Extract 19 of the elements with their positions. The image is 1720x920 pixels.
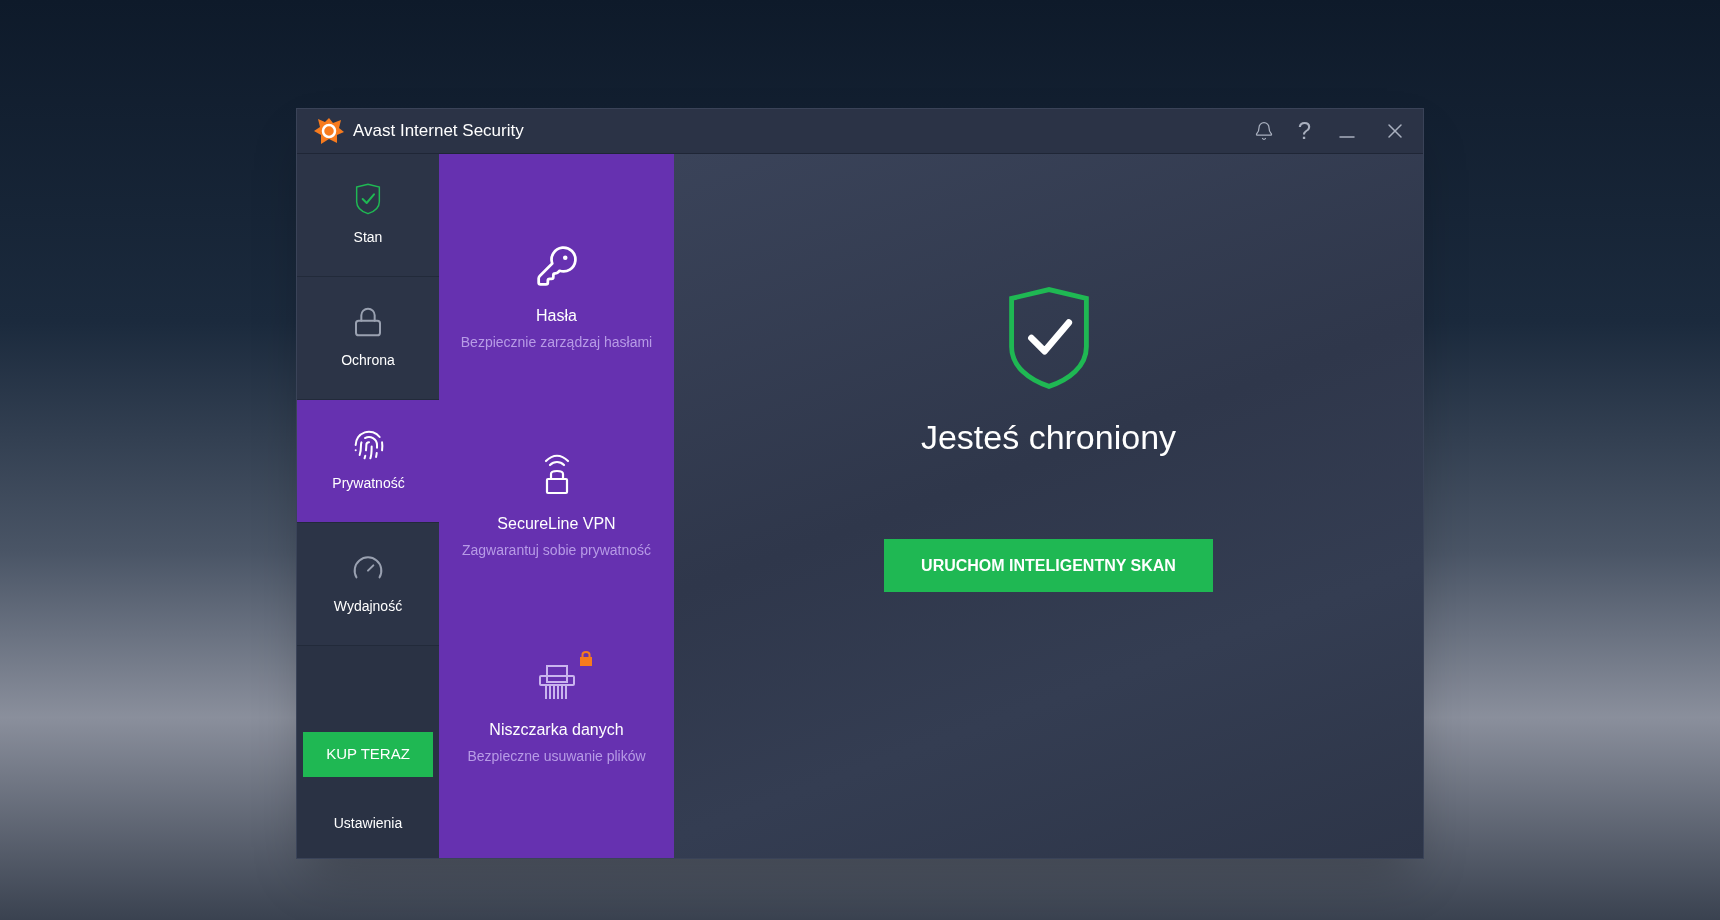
help-button[interactable]: ? [1297, 119, 1311, 143]
feature-subtitle: Zagwarantuj sobie prywatność [461, 540, 652, 560]
feature-tile[interactable]: Niszczarka danych Bezpieczne usuwanie plików [439, 610, 674, 818]
feature-tile[interactable]: SecureLine VPN Zagwarantuj sobie prywatność [439, 402, 674, 610]
window-title: Avast Internet Security [353, 120, 524, 143]
notification-bell-icon[interactable] [1253, 121, 1274, 141]
feature-tile[interactable]: Hasła Bezpiecznie zarządzaj hasłami [439, 194, 674, 402]
feature-title: Hasła [536, 305, 577, 326]
key-icon [534, 243, 579, 288]
shield-check-icon [354, 182, 382, 215]
settings-link[interactable]: Ustawienia [333, 813, 403, 834]
status-headline: Jesteś chroniony [920, 417, 1177, 458]
feature-title: SecureLine VPN [497, 513, 616, 534]
padlock-icon [352, 305, 384, 338]
feature-title: Niszczarka danych [489, 719, 624, 740]
nav-item[interactable]: Prywatność [297, 400, 440, 523]
fingerprint-icon [352, 428, 385, 461]
feature-subtitle: Bezpieczne usuwanie plików [467, 746, 646, 766]
feature-subtitle: Bezpiecznie zarządzaj hasłami [460, 332, 653, 352]
